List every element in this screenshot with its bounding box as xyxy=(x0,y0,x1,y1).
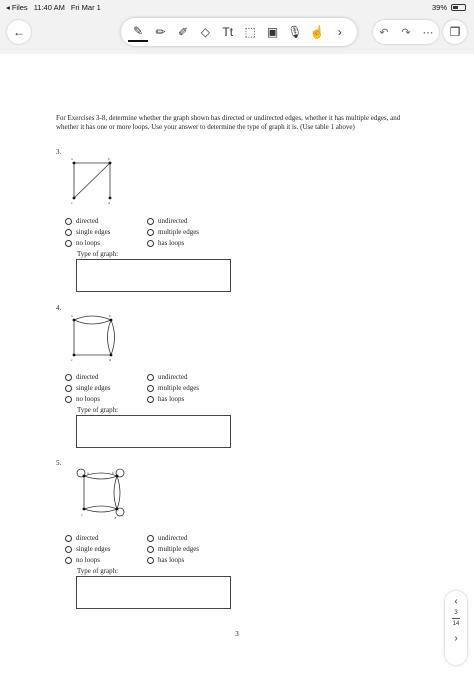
more-tools-icon[interactable]: › xyxy=(330,22,350,42)
back-arrow-icon[interactable]: ← xyxy=(7,20,31,44)
option-no-loops[interactable]: no loops xyxy=(65,239,100,247)
radio-button[interactable] xyxy=(147,217,154,225)
page-number: 3 xyxy=(235,630,239,638)
pen-icon[interactable]: ✎ xyxy=(128,22,149,42)
lasso-icon[interactable]: ⬚ xyxy=(240,22,260,42)
radio-button[interactable] xyxy=(65,395,72,403)
radio-button[interactable] xyxy=(147,239,154,247)
pencil-icon[interactable]: ✏ xyxy=(151,22,171,42)
graph-exercise-4: a b c d xyxy=(71,314,115,362)
mic-icon[interactable]: 🎙 xyxy=(285,22,305,42)
node-label: b xyxy=(108,157,110,161)
image-icon[interactable]: ▣ xyxy=(263,22,283,42)
type-of-graph-label: Type of graph: xyxy=(77,406,119,414)
touch-icon[interactable]: ☝ xyxy=(307,22,327,42)
next-page-icon[interactable]: › xyxy=(445,632,467,646)
more-icon[interactable]: ⋯ xyxy=(418,22,438,42)
node-label: b xyxy=(109,314,111,318)
page-divider xyxy=(452,618,460,619)
battery-percent: 39% xyxy=(431,3,447,12)
option-undirected[interactable]: undirected xyxy=(147,217,188,225)
toolbar: ← ✎ ✏ ✐ ◇ Tt ⬚ ▣ 🎙 ☝ › ↶ ↷ ⋯ ❐ xyxy=(0,14,474,50)
current-page-indicator: 3 xyxy=(454,610,458,616)
radio-button[interactable] xyxy=(147,384,154,392)
option-multiple-edges[interactable]: multiple edges xyxy=(147,228,199,236)
option-undirected[interactable]: undirected xyxy=(147,534,188,542)
radio-button[interactable] xyxy=(65,217,72,225)
node-label: d xyxy=(108,201,110,205)
node-label: c xyxy=(71,358,73,362)
edit-actions: ↶ ↷ ⋯ xyxy=(373,20,439,44)
back-to-files-link[interactable]: ◂ Files xyxy=(6,3,28,12)
previous-page-icon[interactable]: ‹ xyxy=(445,595,467,609)
status-time: 11:40 AM xyxy=(33,3,65,12)
option-undirected[interactable]: undirected xyxy=(147,373,188,381)
option-has-loops[interactable]: has loops xyxy=(147,239,184,247)
radio-button[interactable] xyxy=(147,534,154,542)
radio-button[interactable] xyxy=(65,373,72,381)
radio-button[interactable] xyxy=(147,556,154,564)
battery-icon xyxy=(451,4,466,11)
option-directed[interactable]: directed xyxy=(65,373,99,381)
radio-button[interactable] xyxy=(65,384,72,392)
page-navigator: ‹ 3 14 › xyxy=(445,591,467,665)
status-date: Fri Mar 1 xyxy=(70,3,101,12)
total-pages-indicator: 14 xyxy=(452,620,460,627)
radio-button[interactable] xyxy=(147,373,154,381)
graph-exercise-3: a b c d xyxy=(71,157,112,205)
option-no-loops[interactable]: no loops xyxy=(65,556,100,564)
document-page: For Exercises 3-8, determine whether the… xyxy=(0,54,474,678)
redo-icon[interactable]: ↷ xyxy=(396,22,416,42)
node-label: d xyxy=(109,358,111,362)
radio-button[interactable] xyxy=(65,556,72,564)
radio-button[interactable] xyxy=(65,545,72,553)
drawing-tools: ✎ ✏ ✐ ◇ Tt ⬚ ▣ 🎙 ☝ › xyxy=(121,18,357,46)
option-no-loops[interactable]: no loops xyxy=(65,395,100,403)
type-of-graph-answer-box[interactable] xyxy=(76,259,231,292)
undo-icon[interactable]: ↶ xyxy=(374,22,394,42)
node-label: a xyxy=(71,157,73,161)
node-label: c xyxy=(71,201,73,205)
radio-button[interactable] xyxy=(65,534,72,542)
type-of-graph-answer-box[interactable] xyxy=(76,415,231,448)
option-directed[interactable]: directed xyxy=(65,217,99,225)
option-multiple-edges[interactable]: multiple edges xyxy=(147,545,199,553)
node-label: a xyxy=(71,314,73,318)
node-label: c xyxy=(81,513,83,517)
option-has-loops[interactable]: has loops xyxy=(147,556,184,564)
type-of-graph-label: Type of graph: xyxy=(77,567,119,575)
type-of-graph-answer-box[interactable] xyxy=(76,576,231,609)
radio-button[interactable] xyxy=(65,239,72,247)
type-of-graph-label: Type of graph: xyxy=(77,250,119,258)
text-icon[interactable]: Tt xyxy=(218,22,238,42)
exercise-number: 3. xyxy=(56,148,62,156)
highlighter-icon[interactable]: ✐ xyxy=(173,22,193,42)
radio-button[interactable] xyxy=(65,228,72,236)
radio-button[interactable] xyxy=(147,228,154,236)
graph-exercise-5: a b c d xyxy=(76,468,125,520)
exercise-number: 5. xyxy=(56,459,62,467)
radio-button[interactable] xyxy=(147,545,154,553)
option-single-edges[interactable]: single edges xyxy=(65,545,110,553)
option-multiple-edges[interactable]: multiple edges xyxy=(147,384,199,392)
option-has-loops[interactable]: has loops xyxy=(147,395,184,403)
pages-icon[interactable]: ❐ xyxy=(443,20,467,44)
intro-text: For Exercises 3-8, determine whether the… xyxy=(56,114,401,131)
radio-button[interactable] xyxy=(147,395,154,403)
node-label: b xyxy=(112,471,114,475)
option-single-edges[interactable]: single edges xyxy=(65,384,110,392)
node-label: d xyxy=(114,516,116,520)
eraser-icon[interactable]: ◇ xyxy=(195,22,215,42)
option-single-edges[interactable]: single edges xyxy=(65,228,110,236)
option-directed[interactable]: directed xyxy=(65,534,99,542)
exercise-number: 4. xyxy=(56,304,62,312)
